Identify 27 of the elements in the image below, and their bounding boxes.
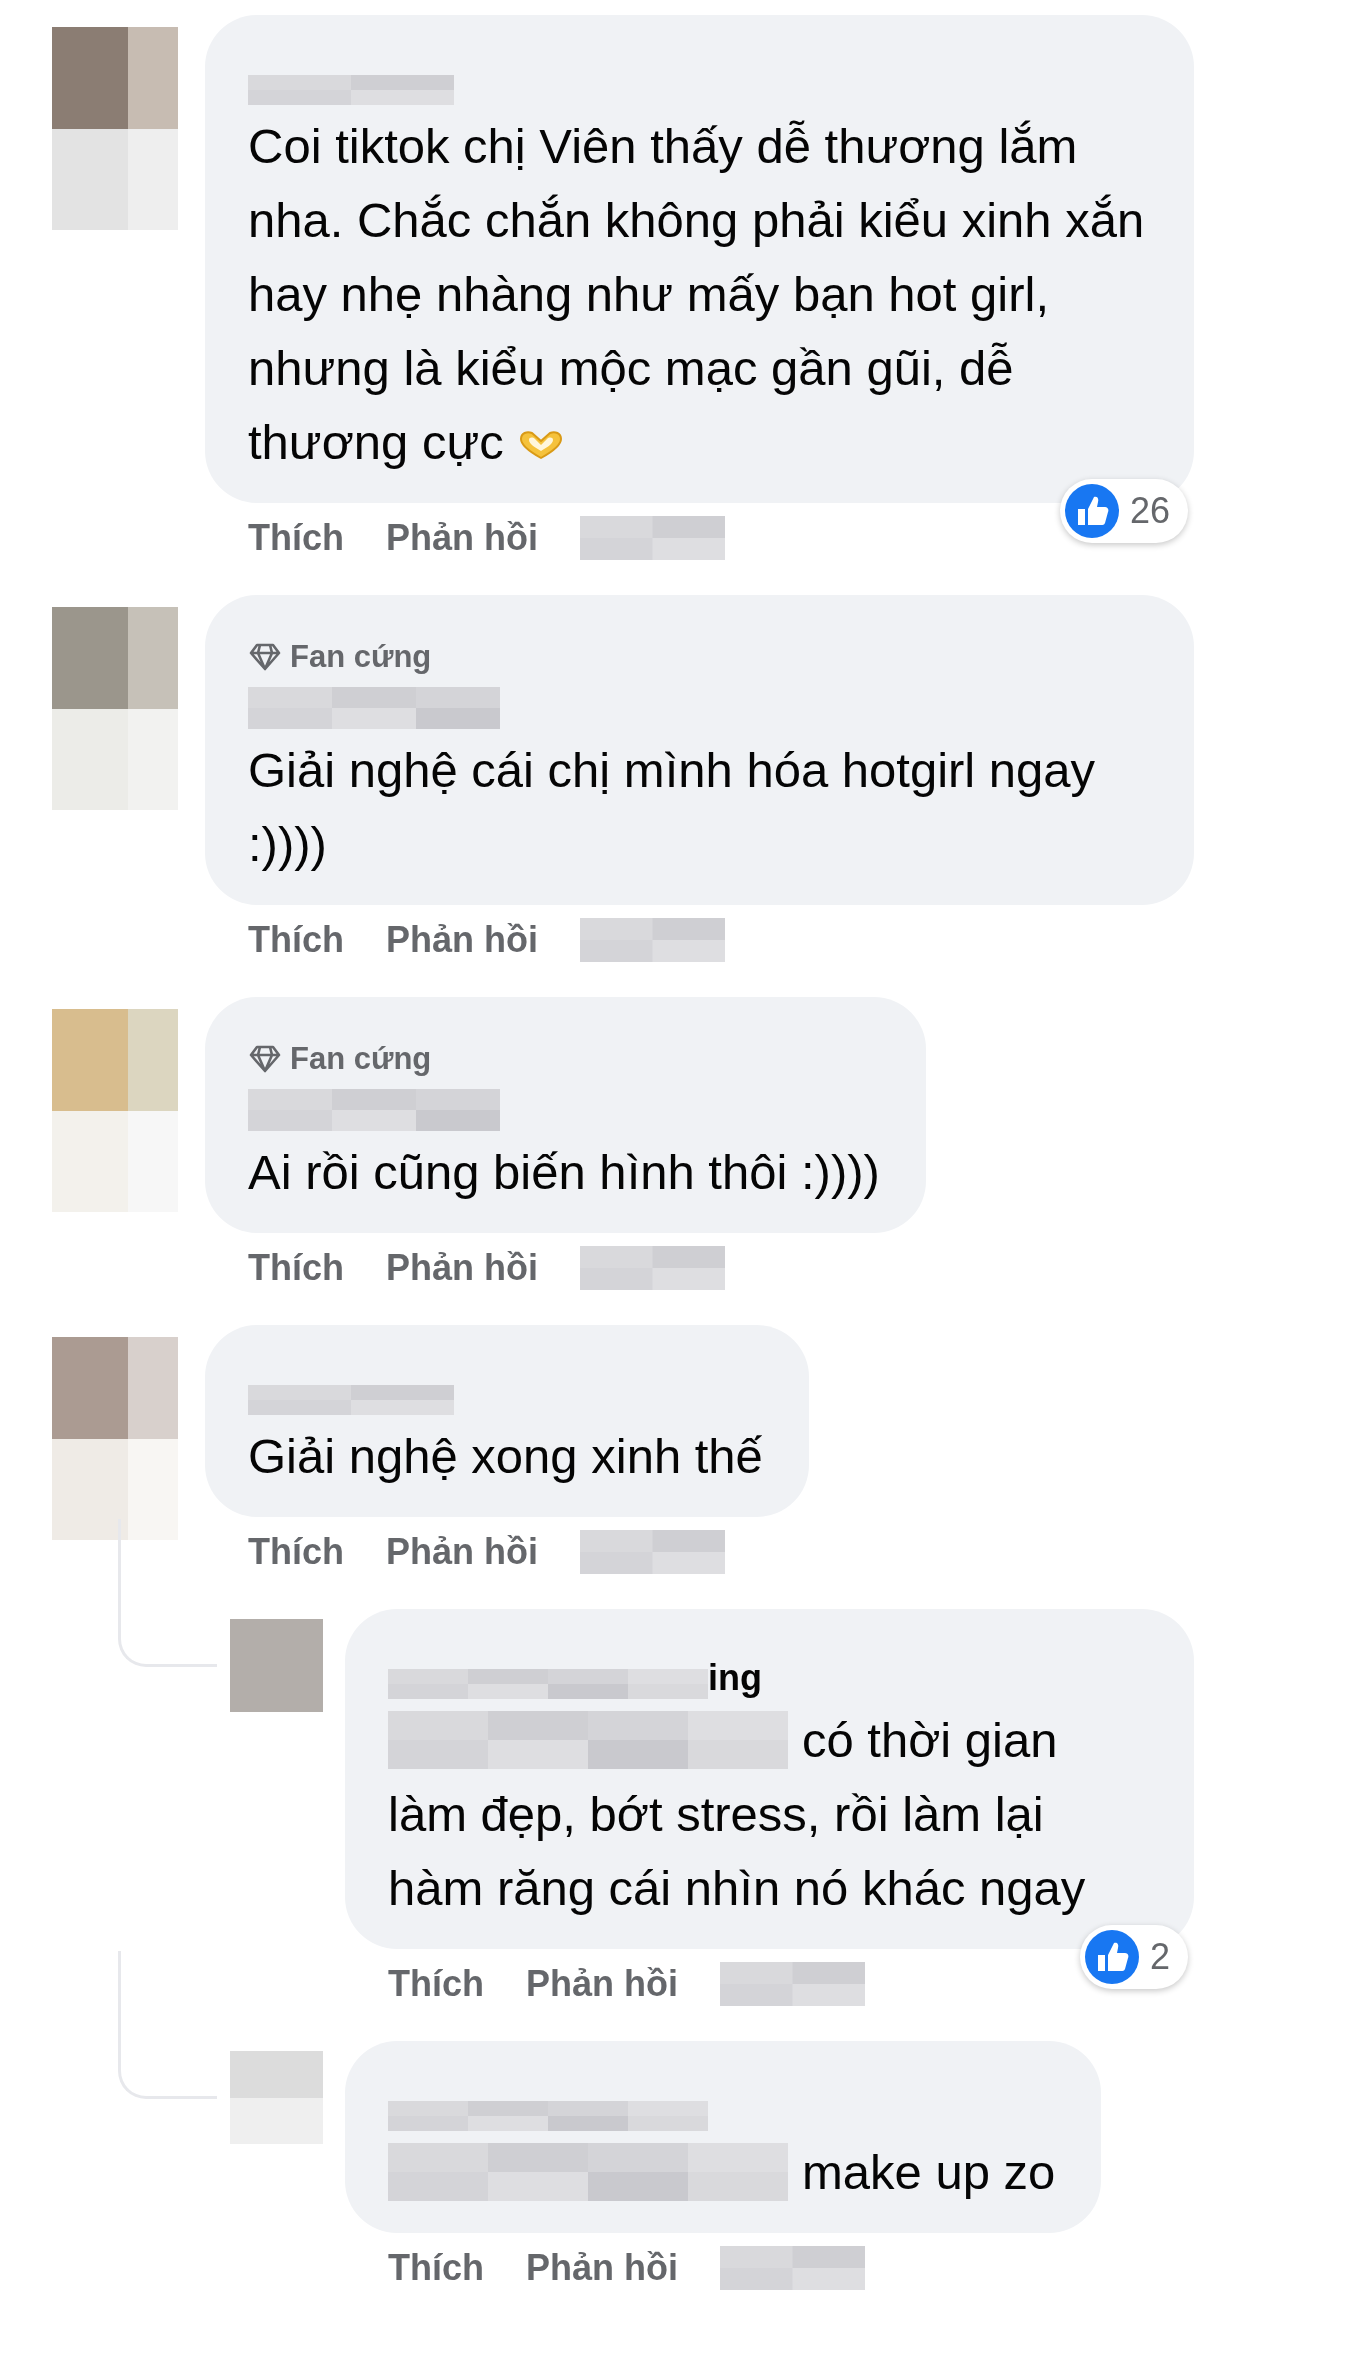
comment-text: có thời gian làm đẹp, bớt stress, rồi làm lại hàm răng cái nhìn nó khác ngay bbox=[388, 1713, 1086, 1915]
comment-text: Giải nghệ cái chị mình hóa hotgirl ngay :)))) bbox=[248, 743, 1096, 871]
fan-badge-label: Fan cứng bbox=[290, 1041, 432, 1077]
like-link[interactable]: Thích bbox=[248, 919, 344, 961]
reply-link[interactable]: Phản hồi bbox=[386, 1247, 538, 1289]
comment-text: Coi tiktok chị Viên thấy dễ thương lắm nha. Chắc chắn không phải kiểu xinh xắn hay nhẹ nhàng như mấy bạn hot girl, nhưng là kiểu mộc mạc gần gũi, dễ thương cực bbox=[248, 119, 1145, 469]
diamond-icon bbox=[248, 1044, 282, 1074]
fan-badge-label: Fan cứng bbox=[290, 639, 432, 675]
comment-text: make up zo bbox=[802, 2145, 1056, 2199]
like-link[interactable]: Thích bbox=[248, 1531, 344, 1573]
like-link[interactable]: Thích bbox=[248, 1247, 344, 1289]
like-link[interactable]: Thích bbox=[388, 1963, 484, 2005]
diamond-icon bbox=[248, 642, 282, 672]
like-link[interactable]: Thích bbox=[388, 2247, 484, 2289]
reply-link[interactable]: Phản hồi bbox=[526, 2247, 678, 2289]
reply-link[interactable]: Phản hồi bbox=[386, 517, 538, 559]
reaction-count[interactable]: 2 bbox=[1079, 1925, 1188, 1989]
like-icon bbox=[1083, 1929, 1140, 1985]
like-link[interactable]: Thích bbox=[248, 517, 344, 559]
reply-link[interactable]: Phản hồi bbox=[386, 919, 538, 961]
reply-link[interactable]: Phản hồi bbox=[386, 1531, 538, 1573]
like-icon bbox=[1063, 483, 1120, 539]
reply-link[interactable]: Phản hồi bbox=[526, 1963, 678, 2005]
author-name: ing bbox=[708, 1657, 762, 1699]
comment-text: Ai rồi cũng biến hình thôi :)))) bbox=[248, 1145, 880, 1199]
comment-text: Giải nghệ xong xinh thế bbox=[248, 1429, 763, 1483]
reaction-count[interactable]: 26 bbox=[1059, 479, 1188, 543]
